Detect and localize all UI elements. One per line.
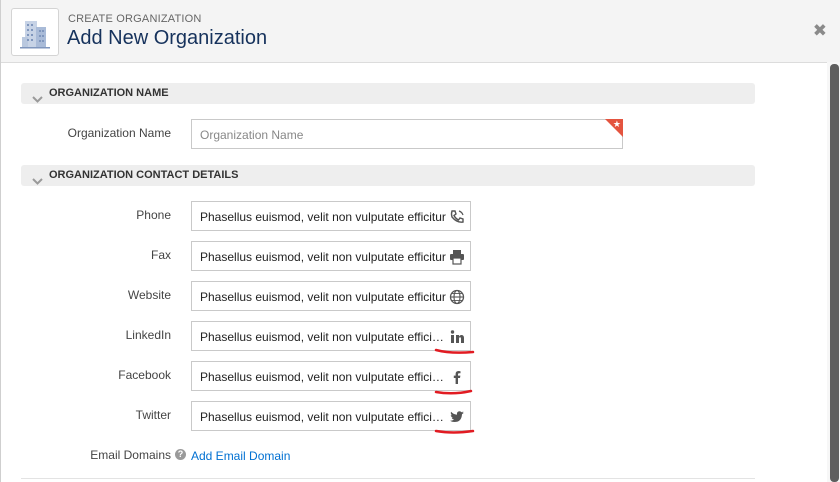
section-title: ORGANIZATION NAME bbox=[49, 87, 169, 99]
printer-icon bbox=[449, 249, 465, 265]
annotation-underline-twitter bbox=[434, 429, 475, 434]
section-organization-name[interactable]: ORGANIZATION NAME bbox=[21, 83, 755, 104]
fax-input[interactable]: Phasellus euismod, velit non vulputate e… bbox=[191, 241, 471, 271]
website-label: Website bbox=[127, 288, 171, 302]
linkedin-label: LinkedIn bbox=[125, 328, 171, 342]
email-domains-label: Email Domains bbox=[90, 448, 171, 462]
website-input[interactable]: Phasellus euismod, velit non vulputate e… bbox=[191, 281, 471, 311]
section-title: ORGANIZATION CONTACT DETAILS bbox=[49, 169, 239, 181]
modal-title: Add New Organization bbox=[67, 27, 268, 49]
chevron-down-icon bbox=[32, 90, 43, 111]
organization-name-label: Organization Name bbox=[67, 126, 171, 140]
organization-name-placeholder: Organization Name bbox=[200, 128, 304, 142]
linkedin-input[interactable]: Phasellus euismod, velit non vulputate e… bbox=[191, 321, 471, 351]
facebook-value: Phasellus euismod, velit non vulputate e… bbox=[200, 370, 446, 384]
linkedin-icon bbox=[449, 329, 465, 345]
phone-value: Phasellus euismod, velit non vulputate e… bbox=[200, 210, 446, 224]
section-divider bbox=[21, 478, 755, 479]
twitter-input[interactable]: Phasellus euismod, velit non vulputate e… bbox=[191, 401, 471, 431]
twitter-value: Phasellus euismod, velit non vulputate e… bbox=[200, 410, 446, 424]
annotation-underlines bbox=[434, 348, 475, 434]
building-icon bbox=[11, 8, 59, 56]
section-organization-contact-details[interactable]: ORGANIZATION CONTACT DETAILS bbox=[21, 165, 755, 186]
close-button[interactable]: ✖ bbox=[813, 21, 827, 41]
add-organization-modal: CREATE ORGANIZATION Add New Organization… bbox=[0, 0, 840, 482]
annotation-underline-linkedin bbox=[434, 348, 475, 354]
chevron-down-icon bbox=[32, 172, 43, 193]
scrollbar-thumb[interactable] bbox=[830, 64, 839, 482]
add-email-domain-link[interactable]: Add Email Domain bbox=[191, 449, 290, 463]
phone-label: Phone bbox=[136, 208, 171, 222]
facebook-input[interactable]: Phasellus euismod, velit non vulputate e… bbox=[191, 361, 471, 391]
fax-label: Fax bbox=[150, 248, 171, 262]
help-icon[interactable]: ? bbox=[175, 449, 186, 460]
fax-value: Phasellus euismod, velit non vulputate e… bbox=[200, 250, 446, 264]
facebook-label: Facebook bbox=[118, 368, 171, 382]
annotation-underline-facebook bbox=[434, 389, 473, 395]
phone-icon bbox=[449, 209, 465, 225]
required-star-icon: ★ bbox=[612, 119, 621, 129]
modal-eyebrow: CREATE ORGANIZATION bbox=[68, 13, 202, 25]
globe-icon bbox=[449, 289, 465, 305]
organization-name-input[interactable]: Organization Name ★ bbox=[191, 119, 623, 149]
twitter-label: Twitter bbox=[135, 408, 171, 422]
website-value: Phasellus euismod, velit non vulputate e… bbox=[200, 290, 446, 304]
modal-header: CREATE ORGANIZATION Add New Organization… bbox=[1, 0, 840, 63]
linkedin-value: Phasellus euismod, velit non vulputate e… bbox=[200, 330, 446, 344]
phone-input[interactable]: Phasellus euismod, velit non vulputate e… bbox=[191, 201, 471, 231]
